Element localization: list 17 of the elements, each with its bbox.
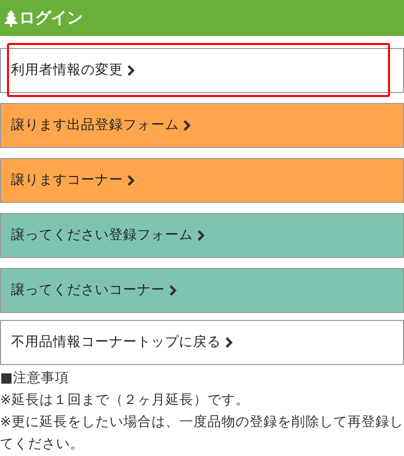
notes-heading: ■注意事項 bbox=[0, 369, 70, 388]
chevron-icon bbox=[197, 230, 205, 241]
chevron-icon bbox=[225, 337, 233, 348]
chevron-icon bbox=[183, 120, 191, 131]
menu-link[interactable]: 譲ります出品登録フォーム bbox=[0, 103, 404, 148]
menu-link[interactable]: 不用品情報コーナートップに戻る bbox=[0, 320, 404, 365]
menu-link[interactable]: 利用者情報の変更 bbox=[0, 48, 404, 93]
header-title: ログイン bbox=[19, 7, 83, 29]
menu-link[interactable]: 譲ってくださいコーナー bbox=[0, 268, 404, 313]
menu-link[interactable]: 譲りますコーナー bbox=[0, 158, 404, 203]
note-text: ※延長は１回まで（２ヶ月延長）です。 bbox=[0, 391, 250, 410]
menu-link[interactable]: 譲ってください登録フォーム bbox=[0, 213, 404, 258]
note-text: ※更に延長をしたい場合は、一度品物の登録を削除して再登録してください。 bbox=[0, 413, 404, 454]
tree-icon bbox=[4, 10, 18, 26]
chevron-icon bbox=[127, 65, 135, 76]
chevron-icon bbox=[169, 285, 177, 296]
chevron-icon bbox=[127, 175, 135, 186]
